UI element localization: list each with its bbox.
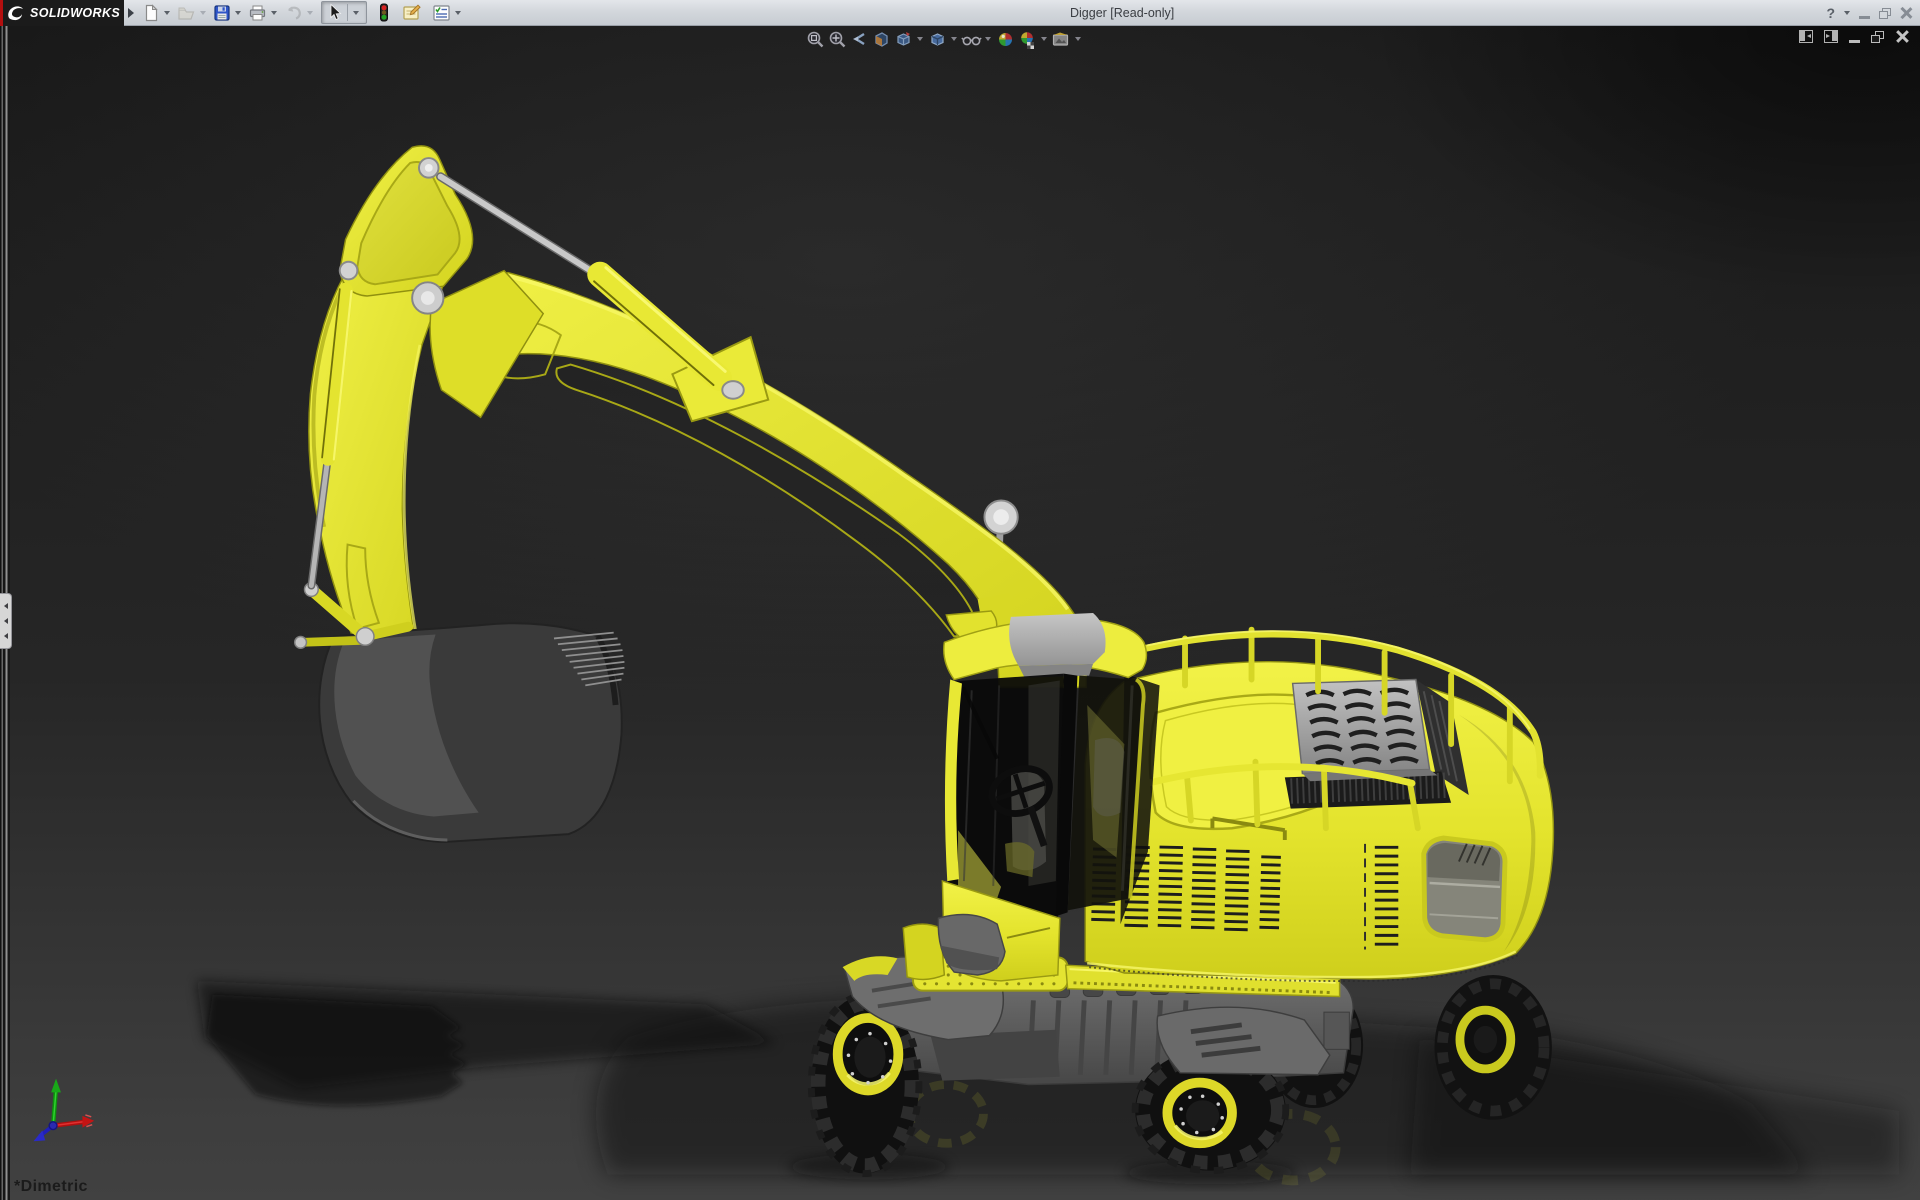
open-folder-icon bbox=[177, 4, 196, 22]
select-dropdown[interactable] bbox=[353, 11, 359, 15]
logo-red-bar bbox=[0, 0, 3, 26]
solidworks-window: SOLIDWORKS bbox=[0, 0, 1920, 1200]
body-house[interactable] bbox=[1085, 630, 1553, 981]
doc-restore-button[interactable] bbox=[1871, 31, 1884, 43]
select-tool-button[interactable] bbox=[321, 1, 367, 24]
zoom-to-area-icon[interactable] bbox=[826, 29, 848, 49]
hide-show-items-icon[interactable] bbox=[960, 29, 982, 49]
title-bar: SOLIDWORKS bbox=[0, 0, 1920, 26]
main-toolbar bbox=[140, 0, 466, 26]
traffic-light-icon bbox=[378, 3, 390, 22]
note-pencil-icon bbox=[402, 3, 422, 22]
help-dropdown[interactable] bbox=[1844, 11, 1850, 15]
solidworks-ds-icon bbox=[6, 4, 26, 22]
graphics-viewport[interactable]: *Dimetric bbox=[0, 26, 1920, 1200]
restore-button[interactable] bbox=[1879, 8, 1891, 19]
pane-toggle-right-icon[interactable] bbox=[1824, 30, 1838, 43]
solidworks-logo: SOLIDWORKS bbox=[0, 0, 124, 26]
display-style-icon[interactable] bbox=[926, 29, 948, 49]
document-title: Digger [Read-only] bbox=[1070, 0, 1174, 26]
expand-left-icon bbox=[4, 633, 8, 639]
pane-toggle-left-icon[interactable] bbox=[1799, 30, 1813, 43]
previous-view-icon[interactable] bbox=[848, 29, 870, 49]
window-controls: ? bbox=[1826, 0, 1912, 26]
bucket[interactable] bbox=[319, 623, 624, 842]
save-floppy-icon bbox=[213, 4, 231, 22]
print-button[interactable] bbox=[246, 1, 269, 25]
menu-expand-arrow[interactable] bbox=[128, 8, 134, 18]
open-dropdown[interactable] bbox=[200, 11, 206, 15]
view-orientation-icon[interactable] bbox=[892, 29, 914, 49]
new-document-icon bbox=[142, 4, 160, 22]
save-button[interactable] bbox=[211, 1, 233, 25]
orientation-triad bbox=[34, 1079, 95, 1142]
apply-scene-icon[interactable] bbox=[1016, 29, 1038, 49]
expand-left-icon bbox=[4, 603, 8, 609]
cab-roof-panel bbox=[1009, 613, 1105, 666]
engine-grille[interactable] bbox=[1285, 680, 1469, 809]
undo-arrow-icon bbox=[284, 4, 303, 22]
print-dropdown[interactable] bbox=[271, 11, 277, 15]
triad-origin bbox=[49, 1122, 57, 1130]
apply-scene-dropdown[interactable] bbox=[1041, 37, 1047, 41]
section-view-icon[interactable] bbox=[870, 29, 892, 49]
options-dropdown[interactable] bbox=[455, 11, 461, 15]
hide-show-items-dropdown[interactable] bbox=[985, 37, 991, 41]
new-document-button[interactable] bbox=[140, 1, 162, 25]
rear-window[interactable] bbox=[1424, 838, 1505, 940]
y-axis-arrow bbox=[51, 1079, 61, 1093]
view-orientation-dropdown[interactable] bbox=[917, 37, 923, 41]
open-button[interactable] bbox=[175, 1, 198, 25]
brand-text: SOLIDWORKS bbox=[30, 6, 120, 20]
expand-left-icon bbox=[4, 618, 8, 624]
print-icon bbox=[248, 4, 267, 22]
display-style-dropdown[interactable] bbox=[951, 37, 957, 41]
rebuild-button[interactable] bbox=[376, 1, 392, 25]
edit-appearance-icon[interactable] bbox=[994, 29, 1016, 49]
help-button[interactable]: ? bbox=[1826, 5, 1835, 21]
options-button[interactable] bbox=[430, 1, 453, 25]
collapsed-featuremanager-tab[interactable] bbox=[0, 593, 12, 649]
close-button[interactable] bbox=[1900, 7, 1912, 19]
minimize-button[interactable] bbox=[1859, 16, 1870, 19]
view-settings-icon[interactable] bbox=[1050, 29, 1072, 49]
model-scene bbox=[0, 26, 1920, 1200]
undo-dropdown[interactable] bbox=[307, 11, 313, 15]
document-window-controls bbox=[1799, 30, 1908, 43]
view-settings-dropdown[interactable] bbox=[1075, 37, 1081, 41]
undo-button[interactable] bbox=[282, 1, 305, 25]
save-dropdown[interactable] bbox=[235, 11, 241, 15]
headsup-view-toolbar bbox=[804, 29, 1084, 49]
edit-note-button[interactable] bbox=[400, 1, 424, 25]
select-cursor-icon bbox=[324, 3, 344, 22]
zoom-to-fit-icon[interactable] bbox=[804, 29, 826, 49]
view-orientation-label: *Dimetric bbox=[14, 1178, 88, 1196]
doc-close-button[interactable] bbox=[1895, 30, 1908, 43]
doc-minimize-button[interactable] bbox=[1849, 40, 1860, 43]
far-rear-wheel[interactable] bbox=[1434, 975, 1551, 1120]
new-document-dropdown[interactable] bbox=[164, 11, 170, 15]
options-list-icon bbox=[432, 4, 451, 22]
select-divider bbox=[347, 4, 348, 21]
